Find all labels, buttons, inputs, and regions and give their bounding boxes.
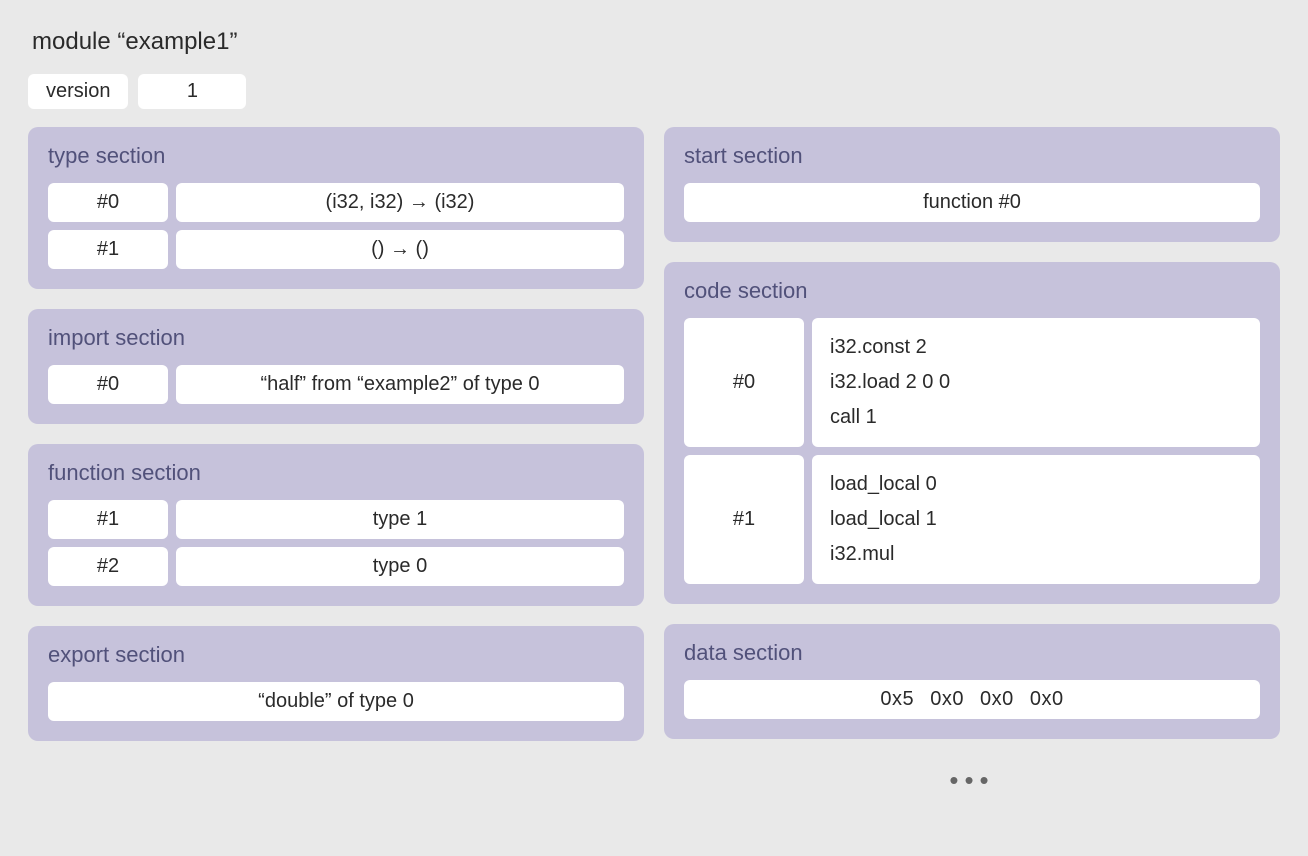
- code-line: load_local 1: [830, 504, 937, 535]
- table-row: #1 load_local 0 load_local 1 i32.mul: [684, 455, 1260, 584]
- data-section: data section 0x5 0x0 0x0 0x0: [664, 624, 1280, 739]
- left-column: type section #0 (i32, i32) → (i32) #1 ()…: [28, 127, 644, 741]
- import-desc: “half” from “example2” of type 0: [176, 365, 624, 404]
- code-section: code section #0 i32.const 2 i32.load 2 0…: [664, 262, 1280, 604]
- table-row: 0x5 0x0 0x0 0x0: [684, 680, 1260, 719]
- code-line: call 1: [830, 402, 877, 433]
- table-row: #1 type 1: [48, 500, 624, 539]
- version-label: version: [28, 74, 128, 109]
- section-title: import section: [48, 325, 624, 351]
- index-cell: #2: [48, 547, 168, 586]
- code-line: load_local 0: [830, 469, 937, 500]
- index-cell: #1: [48, 230, 168, 269]
- section-title: function section: [48, 460, 624, 486]
- right-column: start section function #0 code section #…: [664, 127, 1280, 796]
- index-cell: #0: [48, 365, 168, 404]
- table-row: #0 “half” from “example2” of type 0: [48, 365, 624, 404]
- start-section: start section function #0: [664, 127, 1280, 242]
- table-row: #0 i32.const 2 i32.load 2 0 0 call 1: [684, 318, 1260, 447]
- index-cell: #0: [684, 318, 804, 447]
- ellipsis-icon: •••: [664, 765, 1280, 796]
- type-section: type section #0 (i32, i32) → (i32) #1 ()…: [28, 127, 644, 289]
- module-title: module “example1”: [32, 28, 1280, 56]
- table-row: #0 (i32, i32) → (i32): [48, 183, 624, 222]
- section-title: type section: [48, 143, 624, 169]
- function-desc: type 1: [176, 500, 624, 539]
- section-title: export section: [48, 642, 624, 668]
- export-section: export section “double” of type 0: [28, 626, 644, 741]
- function-desc: type 0: [176, 547, 624, 586]
- type-signature: () → (): [176, 230, 624, 269]
- import-section: import section #0 “half” from “example2”…: [28, 309, 644, 424]
- section-title: start section: [684, 143, 1260, 169]
- code-body: i32.const 2 i32.load 2 0 0 call 1: [812, 318, 1260, 447]
- index-cell: #1: [684, 455, 804, 584]
- table-row: #2 type 0: [48, 547, 624, 586]
- function-section: function section #1 type 1 #2 type 0: [28, 444, 644, 606]
- table-row: #1 () → (): [48, 230, 624, 269]
- code-line: i32.const 2: [830, 332, 927, 363]
- type-signature: (i32, i32) → (i32): [176, 183, 624, 222]
- code-line: i32.load 2 0 0: [830, 367, 950, 398]
- section-title: data section: [684, 640, 1260, 666]
- code-line: i32.mul: [830, 539, 894, 570]
- table-row: function #0: [684, 183, 1260, 222]
- start-entry: function #0: [684, 183, 1260, 222]
- data-entry: 0x5 0x0 0x0 0x0: [684, 680, 1260, 719]
- section-title: code section: [684, 278, 1260, 304]
- version-row: version 1: [28, 74, 1280, 109]
- index-cell: #0: [48, 183, 168, 222]
- code-body: load_local 0 load_local 1 i32.mul: [812, 455, 1260, 584]
- export-desc: “double” of type 0: [48, 682, 624, 721]
- table-row: “double” of type 0: [48, 682, 624, 721]
- version-value: 1: [138, 74, 246, 109]
- index-cell: #1: [48, 500, 168, 539]
